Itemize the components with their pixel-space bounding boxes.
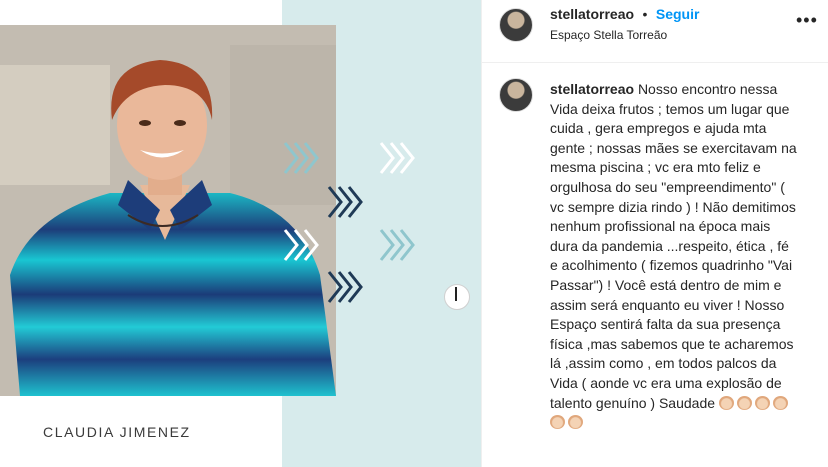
cursor-icon xyxy=(455,287,457,301)
follow-button[interactable]: Seguir xyxy=(656,6,700,22)
location-link[interactable]: Espaço Stella Torreão xyxy=(550,28,667,42)
chevron-triple-icon xyxy=(283,141,321,180)
post-header: stellatorreao • Seguir Espaço Stella Tor… xyxy=(482,0,828,63)
portrait-photo xyxy=(0,25,336,396)
comment-body: stellatorreao Nosso encontro nessa Vida … xyxy=(550,80,798,433)
header-username[interactable]: stellatorreao xyxy=(550,6,634,22)
chevron-triple-icon xyxy=(379,141,417,180)
more-options-icon[interactable]: ••• xyxy=(796,10,818,31)
chevron-triple-icon xyxy=(327,185,365,224)
chevron-triple-icon xyxy=(327,270,365,309)
separator-dot: • xyxy=(642,6,648,22)
chevron-triple-icon xyxy=(379,228,417,267)
carousel-indicator[interactable] xyxy=(444,284,470,310)
comment-text: Nosso encontro nessa Vida deixa frutos ;… xyxy=(550,81,797,411)
post-image[interactable]: CLAUDIA JIMENEZ xyxy=(0,0,481,467)
avatar[interactable] xyxy=(499,8,533,42)
chevron-triple-icon xyxy=(283,228,321,267)
caption-comment: stellatorreao Nosso encontro nessa Vida … xyxy=(482,62,828,467)
comment-username[interactable]: stellatorreao xyxy=(550,81,634,97)
avatar[interactable] xyxy=(499,78,533,112)
image-caption: CLAUDIA JIMENEZ xyxy=(43,424,191,440)
